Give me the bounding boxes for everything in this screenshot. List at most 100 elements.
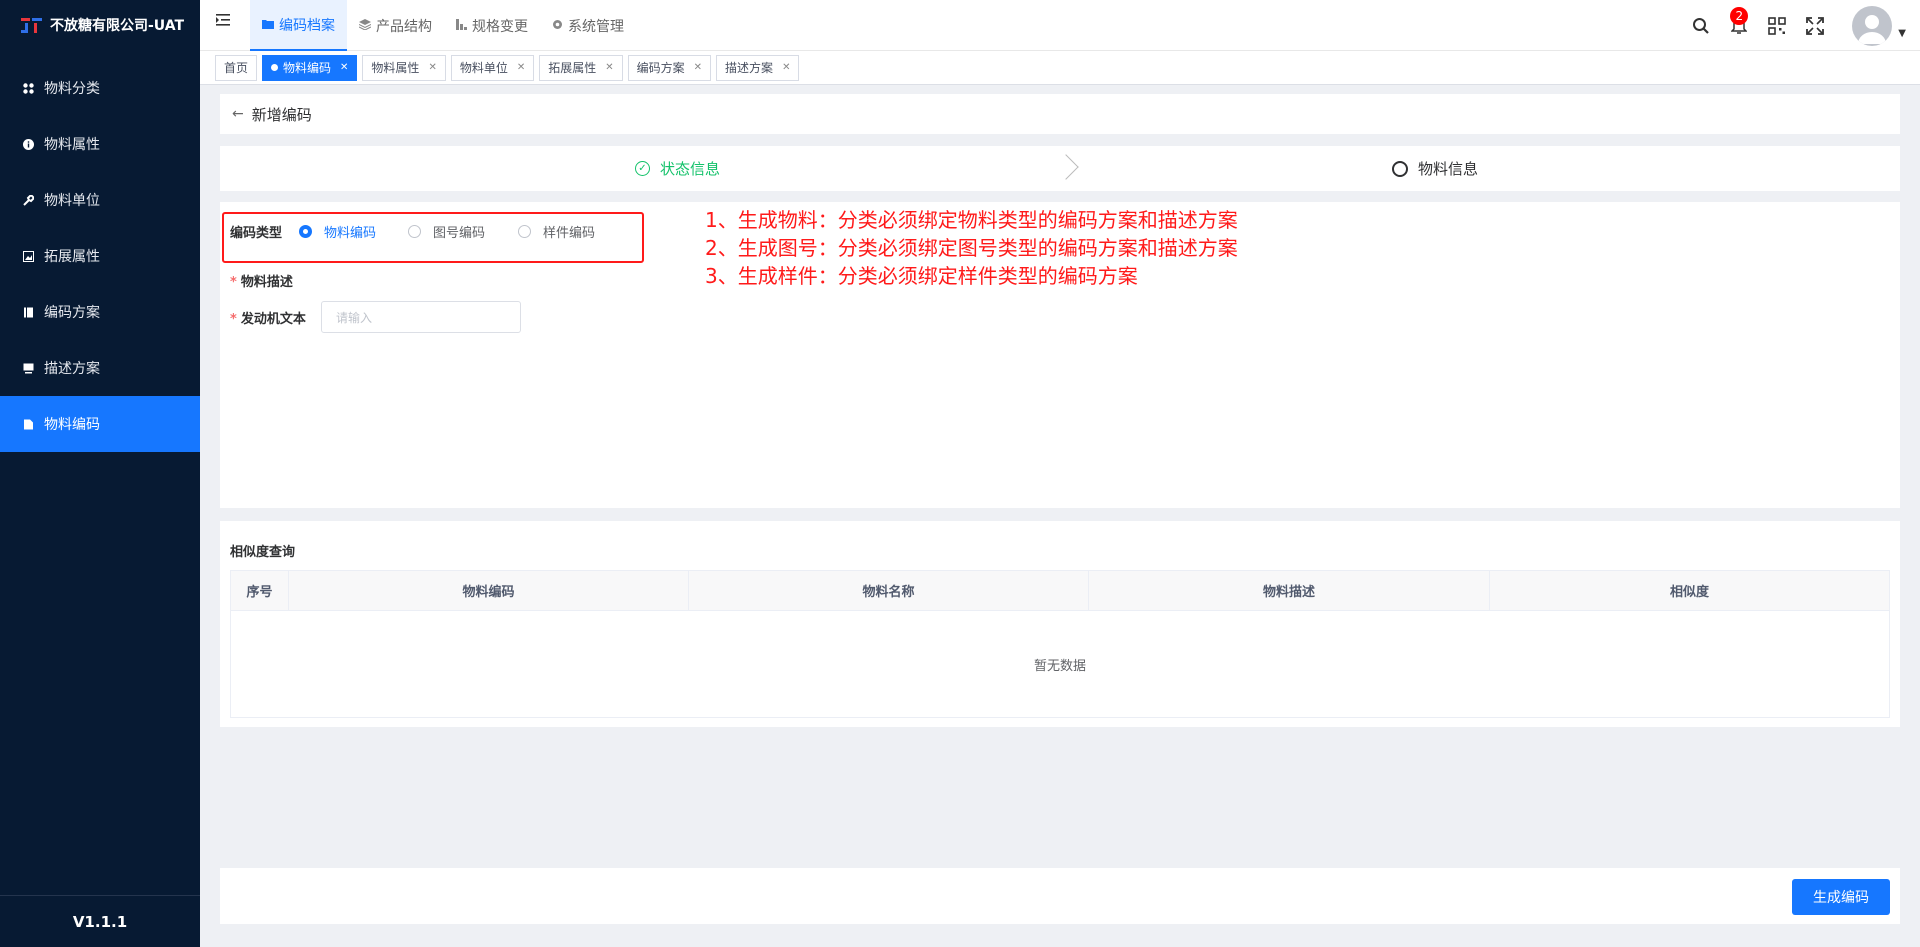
bell-icon[interactable]: 2 [1720,0,1758,51]
sidebar-item-label: 物料单位 [44,193,100,209]
page-title: 新增编码 [251,105,312,124]
sidebar: 不放糖有限公司-UAT 物料分类 物料属性 物料单位 拓展属性 编码方案 描述方… [0,0,200,947]
close-icon[interactable]: ✕ [340,62,348,73]
back-arrow-icon[interactable]: ← [232,106,244,122]
sidebar-item-material-attribute[interactable]: 物料属性 [0,116,200,172]
radio-circle [408,225,421,238]
step-label: 状态信息 [660,160,721,178]
radio-label: 物料编码 [324,226,377,241]
tag-material-attribute[interactable]: 物料属性 ✕ [362,54,446,81]
sidebar-item-material-category[interactable]: 物料分类 [0,60,200,116]
tag-label: 编码方案 [636,61,685,75]
material-desc-text: 物料描述 [240,275,293,290]
column-header[interactable]: 物料描述 [1089,571,1490,610]
similarity-title: 相似度查询 [230,545,296,560]
layers-icon [358,18,372,33]
radio-circle [518,225,531,238]
top-bar: 编码档案 产品结构 规格变更 系统管理 2 ▼ [200,0,1920,51]
tag-label: 描述方案 [725,61,774,75]
app-logo[interactable]: 不放糖有限公司-UAT [0,0,200,50]
tag-home[interactable]: 首页 [215,54,258,81]
tag-label: 物料单位 [459,61,508,75]
sidebar-item-coding-scheme[interactable]: 编码方案 [0,284,200,340]
tag-label: 拓展属性 [548,61,597,75]
engine-text-input[interactable]: 请输入 [321,301,521,333]
nav-label: 规格变更 [472,18,528,35]
doc-icon [22,418,34,430]
qrcode-icon[interactable] [1758,0,1796,51]
radio-sample-code[interactable]: 样件编码 [518,222,595,241]
nav-label: 产品结构 [376,18,432,35]
step-material-info: 物料信息 [1392,146,1478,191]
chart-icon [456,18,467,33]
radio-label: 图号编码 [433,226,486,241]
column-header[interactable]: 相似度 [1490,571,1889,610]
step-label: 物料信息 [1418,160,1479,178]
close-icon[interactable]: ✕ [694,62,702,73]
tag-material-unit[interactable]: 物料单位 ✕ [450,54,535,81]
action-bar: 生成编码 [220,868,1900,924]
tag-description-scheme[interactable]: 描述方案 ✕ [716,54,800,81]
logo-icon [21,18,42,33]
sidebar-item-label: 描述方案 [44,361,100,377]
circle-icon [1392,160,1408,177]
generate-code-button[interactable]: 生成编码 [1792,879,1890,915]
close-icon[interactable]: ✕ [782,62,790,73]
similarity-card: 相似度查询 序号 物料编码 物料名称 物料描述 相似度 暂无数据 [220,521,1900,727]
fullscreen-icon[interactable] [1796,0,1834,51]
sidebar-item-description-scheme[interactable]: 描述方案 [0,340,200,396]
nav-system-management[interactable]: 系统管理 [540,0,636,51]
info-icon [22,138,34,150]
close-icon[interactable]: ✕ [428,62,436,73]
sidebar-item-extended-attribute[interactable]: 拓展属性 [0,228,200,284]
steps: ✓ 状态信息 物料信息 [220,146,1900,191]
nav-coding-archive[interactable]: 编码档案 [250,0,347,51]
book-icon [22,306,34,318]
tag-label: 物料属性 [371,61,420,75]
chevron-down-icon[interactable]: ▼ [1898,28,1906,39]
tag-label: 首页 [224,61,249,75]
active-dot-icon [271,64,279,71]
nav-spec-change[interactable]: 规格变更 [444,0,540,51]
tag-coding-scheme[interactable]: 编码方案 ✕ [627,54,712,81]
nav-label: 系统管理 [568,18,624,35]
sidebar-item-label: 拓展属性 [44,249,100,265]
table-header: 序号 物料编码 物料名称 物料描述 相似度 [231,571,1889,611]
page-header: ← 新增编码 [220,94,1900,134]
column-header[interactable]: 物料编码 [289,571,689,610]
top-nav: 编码档案 产品结构 规格变更 系统管理 [250,0,636,51]
sidebar-menu: 物料分类 物料属性 物料单位 拓展属性 编码方案 描述方案 物料编码 [0,60,200,452]
column-header[interactable]: 序号 [231,571,289,610]
radio-drawing-code[interactable]: 图号编码 [408,222,485,241]
tag-extended-attribute[interactable]: 拓展属性 ✕ [539,54,623,81]
close-icon[interactable]: ✕ [517,62,525,73]
sidebar-item-label: 编码方案 [44,305,100,321]
grid-icon [22,82,34,94]
gear-icon [552,19,563,33]
app-title: 不放糖有限公司-UAT [50,18,185,34]
monitor-icon [22,362,34,374]
nav-label: 编码档案 [279,17,335,34]
close-icon[interactable]: ✕ [605,62,613,73]
form-card: 编码类型 物料编码 图号编码 样件编码 * 物料描述 * 发动机文本 请输入 1、生… [220,202,1900,508]
nav-product-structure[interactable]: 产品结构 [347,0,444,51]
empty-text: 暂无数据 [1033,658,1086,674]
user-avatar[interactable] [1852,5,1893,46]
collapse-menu-icon[interactable] [216,14,232,30]
sidebar-item-label: 物料编码 [44,417,100,433]
radio-circle [299,225,312,238]
engine-text-text: 发动机文本 [240,312,306,327]
note-line: 2、生成图号：分类必须绑定图号类型的编码方案和描述方案 [705,236,1238,260]
column-header[interactable]: 物料名称 [689,571,1089,610]
instruction-notes: 1、生成物料：分类必须绑定物料类型的编码方案和描述方案 2、生成图号：分类必须绑… [705,206,1238,290]
sidebar-item-material-code[interactable]: 物料编码 [0,396,200,452]
tag-label: 物料编码 [283,61,332,75]
sidebar-item-material-unit[interactable]: 物料单位 [0,172,200,228]
search-icon[interactable] [1682,0,1720,51]
top-right-tools: 2 ▼ [1682,0,1920,51]
sidebar-item-label: 物料分类 [44,81,100,97]
tag-material-code[interactable]: 物料编码 ✕ [262,54,358,81]
required-mark: * [230,275,237,290]
radio-label: 样件编码 [543,226,596,241]
radio-material-code[interactable]: 物料编码 [299,222,376,241]
